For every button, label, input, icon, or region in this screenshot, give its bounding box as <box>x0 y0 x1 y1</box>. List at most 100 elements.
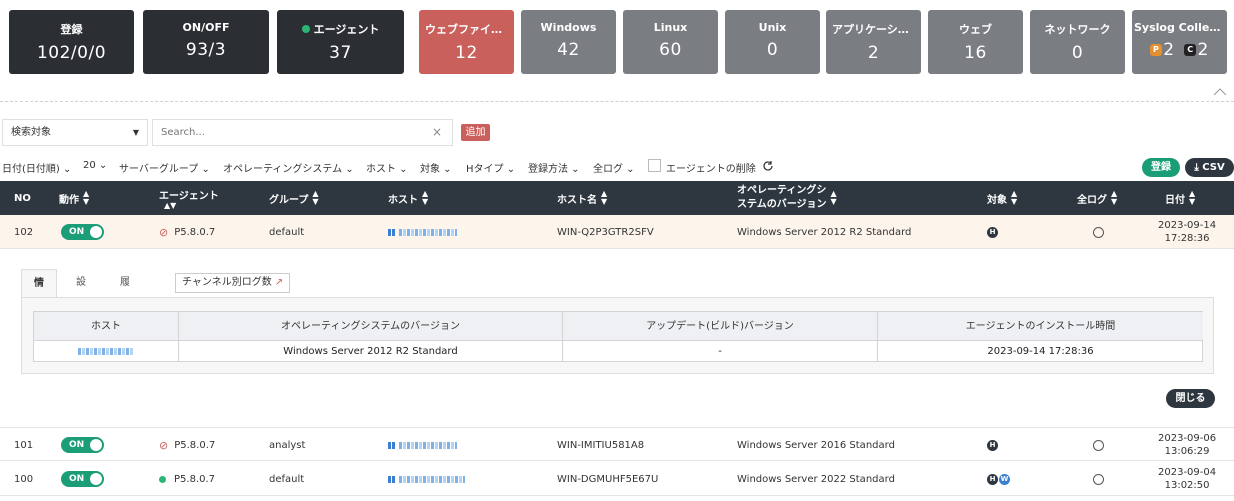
col-target[interactable]: 対象 ▲ ▼ <box>987 181 1017 215</box>
on-off-toggle[interactable]: ON <box>61 471 104 487</box>
channel-log-button[interactable]: チャンネル別ログ数 ↗ <box>175 273 291 293</box>
card-label: Unix <box>758 21 787 34</box>
card-label: 登録 <box>60 23 83 36</box>
table-row[interactable]: 101 ON ⊘ P5.8.0.7 analyst WIN-IMITIU581A8… <box>0 427 1234 461</box>
col-os[interactable]: オペレーティングシ ステムのバージョン ▲ ▼ <box>737 181 837 215</box>
h-target-icon: H <box>987 439 998 451</box>
col-hostname[interactable]: ホスト名 ▲ ▼ <box>557 181 607 215</box>
col-date[interactable]: 日付 ▲ ▼ <box>1165 181 1195 215</box>
col-all-logs[interactable]: 全ログ ▲ ▼ <box>1077 181 1117 215</box>
filter-htype[interactable]: Hタイプ ⌄ <box>466 160 515 175</box>
card-value: 37 <box>329 43 352 63</box>
all-logs-radio[interactable] <box>1093 473 1104 485</box>
w-target-icon: W <box>999 473 1010 485</box>
card-label: Windows <box>540 21 597 34</box>
info-panel: ホスト オペレーティングシステムのバージョン アップデート(ビルド)バージョン … <box>21 297 1214 374</box>
status-dot-icon <box>301 25 310 33</box>
host-ip-masked[interactable] <box>388 428 457 462</box>
on-off-toggle[interactable]: ON <box>61 224 104 240</box>
host-ip-masked[interactable] <box>388 462 465 496</box>
sort-icon: ▲▼ <box>422 189 429 206</box>
table-row[interactable]: 102 ON ⊘ P5.8.0.7 default WIN-Q2P3GTR2SFV… <box>0 215 1234 249</box>
add-button[interactable]: 追加 <box>461 124 490 141</box>
filter-os[interactable]: オペレーティングシステム ⌄ <box>223 160 354 175</box>
card-value: 42 <box>557 40 580 60</box>
card-on-off[interactable]: ON/OFF 93/3 <box>143 10 269 74</box>
card-label: ウェブ <box>959 23 992 36</box>
tab-history[interactable]: 履歴 <box>108 269 142 316</box>
card-value: 93/3 <box>185 40 227 60</box>
card-registered[interactable]: 登録 102/0/0 <box>9 10 134 74</box>
col-action[interactable]: 動作 ▲ ▼ <box>59 181 89 215</box>
c-badge-icon: C <box>1184 44 1197 56</box>
sort-icon: ▲▼ <box>1189 189 1196 206</box>
card-value: 102/0/0 <box>36 43 107 63</box>
h-target-icon: H <box>987 226 998 238</box>
delete-agent-checkbox[interactable] <box>648 159 661 172</box>
refresh-icon[interactable] <box>762 160 774 175</box>
agent-management-page: 登録 102/0/0 ON/OFF 93/3 エージェント 37 ウェブファイア… <box>0 0 1234 501</box>
sort-icon: ▲▼ <box>312 189 319 206</box>
card-value: 12 <box>455 43 478 63</box>
col-agent[interactable]: エージェント ▲▼ <box>159 181 219 215</box>
register-button[interactable]: 登録 <box>1142 158 1180 177</box>
host-value-masked <box>34 341 179 362</box>
filter-server-group[interactable]: サーバーグループ ⌄ <box>119 160 210 175</box>
card-application[interactable]: アプリケーション 2 <box>826 10 921 74</box>
windows-icon <box>388 441 395 449</box>
filter-date[interactable]: 日付(日付順) ⌄ <box>2 160 71 175</box>
col-group[interactable]: グループ ▲ ▼ <box>269 181 319 215</box>
caret-down-icon: ▼ <box>132 128 139 137</box>
filter-host[interactable]: ホスト ⌄ <box>366 160 408 175</box>
info-table: ホスト オペレーティングシステムのバージョン アップデート(ビルド)バージョン … <box>33 311 1203 362</box>
card-value: 0 <box>1071 43 1084 63</box>
row-detail-panel: 情報 設定 履歴 チャンネル別ログ数↗ ホスト オペレーティングシステムのバージ… <box>0 250 1234 420</box>
windows-icon <box>388 475 395 483</box>
sort-icon: ▲▼ <box>164 200 177 210</box>
host-ip-masked[interactable] <box>388 215 457 249</box>
sort-icon: ▲▼ <box>1111 189 1118 206</box>
h-target-icon: H <box>987 473 998 485</box>
card-network[interactable]: ネットワーク 0 <box>1030 10 1125 74</box>
card-agent[interactable]: エージェント 37 <box>277 10 404 74</box>
card-label: Linux <box>653 21 688 34</box>
search-target-select[interactable]: 検索対象 ▼ <box>2 119 148 146</box>
sort-icon: ▲▼ <box>601 189 608 206</box>
table-row[interactable]: 100 ON P5.8.0.7 default WIN-DGMUHF5E67U … <box>0 462 1234 496</box>
collapse-up-icon[interactable] <box>1213 85 1227 96</box>
all-logs-radio[interactable] <box>1093 439 1104 451</box>
filter-page-size[interactable]: 20 ⌄ <box>83 160 107 171</box>
search-input[interactable] <box>152 119 453 146</box>
card-syslog-collector[interactable]: Syslog Collector P2 C2 <box>1132 10 1227 74</box>
sort-icon: ▲▼ <box>83 189 90 206</box>
card-unix[interactable]: Unix 0 <box>725 10 820 74</box>
summary-cards: 登録 102/0/0 ON/OFF 93/3 エージェント 37 ウェブファイア… <box>0 10 1234 80</box>
card-value: 0 <box>766 40 779 60</box>
delete-agent-label: エージェントの削除 <box>666 164 756 175</box>
tab-info[interactable]: 情報 <box>21 269 57 317</box>
card-linux[interactable]: Linux 60 <box>623 10 718 74</box>
card-label: Syslog Collector <box>1134 21 1227 34</box>
filter-reg-method[interactable]: 登録方法 ⌄ <box>528 160 580 175</box>
card-label: ON/OFF <box>182 21 230 34</box>
on-off-toggle[interactable]: ON <box>61 437 104 453</box>
filter-bar: 日付(日付順) ⌄ 20 ⌄ サーバーグループ ⌄ オペレーティングシステム ⌄… <box>0 158 1000 176</box>
card-web-firewall[interactable]: ウェブファイア… 12 <box>419 10 514 74</box>
filter-all-logs[interactable]: 全ログ ⌄ <box>593 160 635 175</box>
col-host[interactable]: ホスト ▲ ▼ <box>388 181 428 215</box>
card-value: 2 <box>867 43 880 63</box>
filter-target[interactable]: 対象 ⌄ <box>420 160 452 175</box>
clear-icon[interactable]: × <box>432 119 442 146</box>
card-label: アプリケーション <box>832 23 920 36</box>
tab-settings[interactable]: 設定 <box>64 269 98 316</box>
all-logs-radio[interactable] <box>1093 226 1104 238</box>
card-windows[interactable]: Windows 42 <box>521 10 616 74</box>
p-badge-icon: P <box>1150 44 1163 56</box>
card-value: 60 <box>659 40 682 60</box>
syslog-p-value: 2 <box>1163 40 1175 60</box>
card-value: 16 <box>964 43 987 63</box>
windows-icon <box>388 228 395 236</box>
card-web[interactable]: ウェブ 16 <box>928 10 1023 74</box>
csv-button[interactable]: ⤓ CSV <box>1185 158 1234 177</box>
close-button[interactable]: 閉じる <box>1166 389 1215 408</box>
